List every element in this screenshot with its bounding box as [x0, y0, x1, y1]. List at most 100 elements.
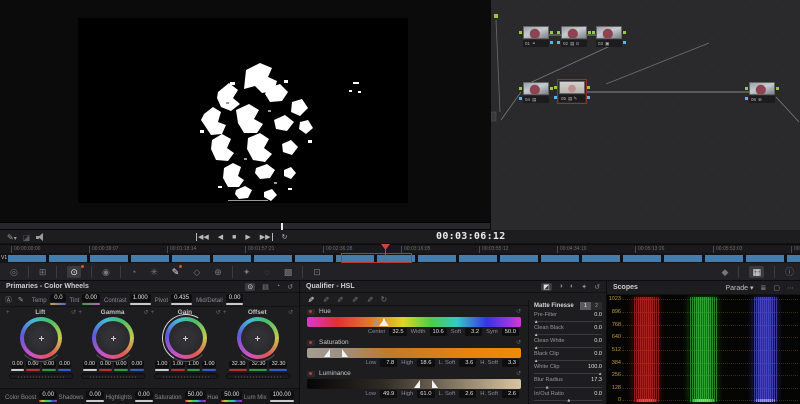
lum-low-value[interactable]: 49.9 — [379, 390, 398, 398]
sat-high-value[interactable]: 18.6 — [417, 359, 435, 367]
node-05-rgb-out[interactable] — [587, 86, 590, 89]
color-match-icon[interactable]: ⊞ — [39, 266, 47, 278]
color-boost-value[interactable]: 0.00 — [39, 391, 58, 399]
lum-low-handle[interactable] — [414, 380, 420, 388]
lift-reset-icon[interactable]: ↺ — [71, 309, 76, 316]
node-04-key-in[interactable] — [519, 97, 522, 100]
sizing-icon[interactable]: ⊡ — [313, 266, 321, 278]
bars-mode-icon[interactable]: ▤ — [262, 283, 269, 291]
black-clip-row[interactable]: Black Clip 0.0 — [534, 350, 602, 363]
magic-mask-icon[interactable]: ✦ — [243, 266, 251, 278]
gain-target-icon[interactable]: + — [151, 310, 155, 316]
gain-g-value[interactable]: 1.00 — [186, 361, 201, 368]
lum-high-value[interactable]: 61.0 — [417, 390, 435, 398]
clean-black-row[interactable]: Clean Black 0.0 — [534, 324, 602, 337]
node-02[interactable]: 02 ▤ ⊙ — [557, 26, 591, 47]
gamma-r-value[interactable]: 0.00 — [98, 361, 113, 368]
viewer-scrub-bar[interactable] — [0, 222, 490, 231]
node-03-rgb-in[interactable] — [592, 31, 595, 34]
scope-settings-icon[interactable]: ≣ — [761, 284, 767, 292]
hue-reset-icon[interactable]: ↺ — [516, 308, 521, 315]
pivot-value[interactable]: 0.435 — [171, 294, 193, 302]
sat-low-handle[interactable] — [324, 349, 331, 357]
offset-reset-icon[interactable]: ↺ — [288, 309, 293, 316]
gain-b-value[interactable]: 1.00 — [202, 361, 217, 368]
lift-color-wheel[interactable] — [17, 317, 65, 362]
node-04-rgb-in[interactable] — [519, 87, 522, 90]
lum-mix-value[interactable]: 100.00 — [269, 391, 294, 399]
node-06-rgb-in[interactable] — [745, 87, 748, 90]
lift-r-value[interactable]: 0.00 — [26, 361, 40, 368]
hue-width-value[interactable]: 10.6 — [429, 328, 447, 336]
white-point-picker-icon[interactable]: ✎ — [18, 296, 24, 304]
luminance-reset-icon[interactable]: ↺ — [516, 370, 521, 377]
camera-raw-icon[interactable]: ◎ — [10, 266, 18, 278]
loop-button[interactable]: ↻ — [282, 233, 288, 241]
scope-mode-dropdown[interactable]: Parade ▾ — [725, 284, 753, 292]
sat-high-handle[interactable] — [341, 349, 348, 357]
node-05-key-in[interactable] — [554, 96, 557, 99]
softness-subtract-icon[interactable]: ✎ — [365, 296, 374, 303]
gamma-y-value[interactable]: 0.00 — [82, 361, 97, 368]
tint-value[interactable]: 0.00 — [82, 294, 101, 302]
lum-lsoft-value[interactable]: 2.6 — [459, 390, 477, 398]
log-mode-icon[interactable]: ◔ — [276, 283, 280, 290]
node-05-key-out[interactable] — [587, 96, 590, 99]
matte-tab-1[interactable]: 1 — [580, 301, 591, 310]
hue-range-bar[interactable] — [307, 317, 521, 327]
qualifier-reset-icon[interactable]: ↺ — [594, 283, 600, 291]
luminance-range-bar[interactable] — [307, 379, 521, 389]
shadows-value[interactable]: 0.00 — [86, 391, 105, 399]
despill-icon[interactable]: ◑ — [559, 283, 563, 290]
gamma-b-value[interactable]: 0.00 — [130, 361, 144, 368]
sat-hsoft-value[interactable]: 3.3 — [502, 359, 519, 367]
node-02-rgb-out[interactable] — [588, 31, 591, 34]
wheel-mode-icon[interactable]: ⊙ — [245, 282, 256, 291]
node-03-rgb-out[interactable] — [623, 31, 626, 34]
node-04[interactable]: 04 ▤ — [519, 82, 553, 103]
hue-high-handle[interactable] — [383, 318, 390, 326]
invert-icon[interactable]: ◐ — [570, 283, 574, 290]
go-to-first-frame-button[interactable]: ◀◀ — [196, 233, 209, 241]
node-graph-panel[interactable]: 01 ⚭ 02 ▤ ⊙ 03 ▣ 04 ▤ 05 ▤ ✎ 06 ⊛ — [490, 0, 800, 230]
matte-view-icon[interactable]: ✦ — [581, 283, 587, 291]
timeline-ruler[interactable]: 00:00:00:00 00:00:39:07 00:01:18:14 00:0… — [0, 244, 800, 253]
hdr-grade-icon[interactable]: ◉ — [102, 266, 110, 278]
lift-g-value[interactable]: 0.00 — [42, 361, 56, 368]
hue-value[interactable]: 50.00 — [221, 391, 243, 399]
highlight-icon[interactable]: ◩ — [541, 282, 552, 291]
temp-value[interactable]: 0.0 — [49, 294, 66, 302]
node-01-rgb-out[interactable] — [550, 31, 553, 34]
highlights-value[interactable]: 0.00 — [135, 391, 153, 399]
gain-y-value[interactable]: 1.00 — [155, 361, 169, 368]
gain-color-wheel[interactable] — [156, 308, 215, 368]
curves-icon[interactable]: ◔ — [131, 266, 136, 278]
grab-still-icon[interactable]: ✎▾ — [7, 233, 17, 242]
offset-g-value[interactable]: 32.30 — [248, 361, 267, 368]
hue-enable-toggle[interactable] — [307, 308, 315, 315]
lift-target-icon[interactable]: + — [6, 310, 10, 316]
key-icon[interactable]: ▩ — [284, 266, 293, 278]
stop-button[interactable]: ■ — [232, 234, 236, 241]
gamma-color-wheel[interactable] — [89, 317, 138, 362]
gamma-master-slider[interactable] — [81, 373, 146, 379]
scope-more-icon[interactable]: ⋯ — [787, 284, 794, 292]
selection-reset-icon[interactable]: ↻ — [381, 295, 388, 304]
gain-reset-icon[interactable]: ↺ — [216, 309, 221, 316]
tracker-icon[interactable]: ⊕ — [214, 266, 222, 278]
picker-subtract-icon[interactable]: ✎ — [335, 296, 344, 303]
luminance-enable-toggle[interactable] — [307, 370, 315, 377]
node-06-key-in[interactable] — [745, 97, 748, 100]
wipe-icon[interactable]: ◪ — [23, 233, 31, 242]
lum-high-handle[interactable] — [431, 380, 438, 388]
node-06[interactable]: 06 ⊛ — [745, 82, 779, 103]
hue-sym-value[interactable]: 50.0 — [501, 328, 519, 336]
viewer-frame[interactable] — [78, 18, 408, 203]
node-04-rgb-out[interactable] — [550, 87, 553, 90]
hue-soft-low-handle[interactable] — [372, 318, 379, 326]
node-01[interactable]: 01 ⚭ — [519, 26, 553, 47]
qualifier-icon[interactable]: ✎ — [172, 264, 183, 278]
hue-soft-value[interactable]: 3.2 — [465, 328, 483, 336]
softness-add-icon[interactable]: ✎ — [350, 296, 359, 303]
info-icon[interactable]: ⓘ — [785, 266, 794, 278]
